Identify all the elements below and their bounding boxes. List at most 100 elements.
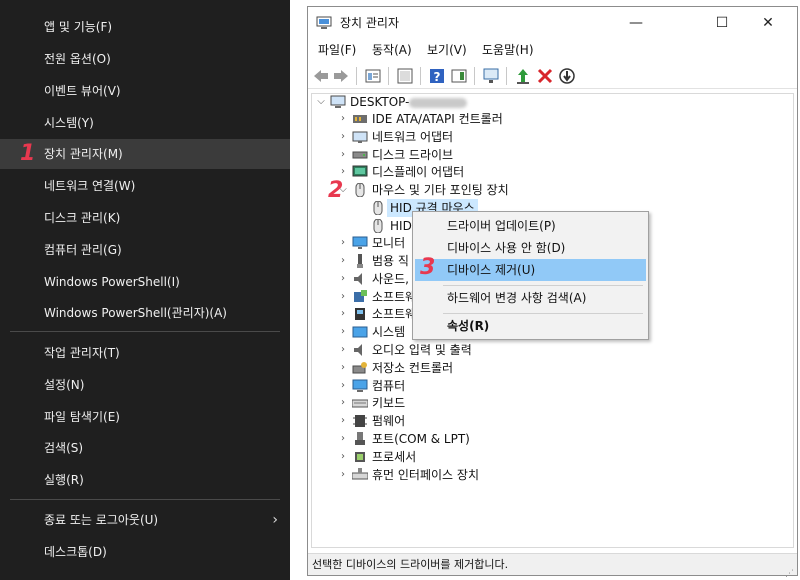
menu-item-label: 디스크 관리(K) (44, 211, 121, 225)
menu-file[interactable]: 파일(F) (318, 39, 356, 61)
menu-item-shutdown-signout[interactable]: 종료 또는 로그아웃(U) › (0, 505, 290, 535)
menu-item-label: 종료 또는 로그아웃(U) (44, 513, 159, 527)
menu-item-powershell-admin[interactable]: Windows PowerShell(관리자)(A) (0, 298, 290, 328)
disable-device-icon[interactable] (558, 67, 576, 85)
menu-item-computer-management[interactable]: 컴퓨터 관리(G) (0, 235, 290, 265)
expand-chevron-icon[interactable]: › (336, 128, 350, 146)
update-driver-icon[interactable] (514, 67, 532, 85)
menu-item-event-viewer[interactable]: 이벤트 뷰어(V) (0, 76, 290, 106)
collapse-chevron-icon[interactable]: ⌵ (314, 93, 328, 111)
menu-item-task-manager[interactable]: 작업 관리자(T) (0, 338, 290, 368)
uninstall-device-icon[interactable] (536, 67, 554, 85)
menu-item-power-options[interactable]: 전원 옵션(O) (0, 44, 290, 74)
expand-chevron-icon[interactable]: › (336, 252, 350, 270)
ctx-uninstall-device[interactable]: 디바이스 제거(U) (415, 259, 646, 281)
ctx-properties[interactable]: 속성(R) (415, 315, 646, 337)
context-menu: 드라이버 업데이트(P) 디바이스 사용 안 함(D) 디바이스 제거(U) 하… (412, 211, 649, 340)
tree-category-label: 소프트웨 (372, 307, 417, 321)
ctx-update-driver[interactable]: 드라이버 업데이트(P) (415, 215, 646, 237)
expand-chevron-icon[interactable]: › (336, 341, 350, 359)
menu-item-label: 앱 및 기능(F) (44, 20, 113, 34)
ctx-separator (443, 313, 643, 314)
expand-chevron-icon[interactable]: › (336, 146, 350, 164)
status-bar: 선택한 디바이스의 드라이버를 제거합니다. ⋰ (308, 553, 797, 579)
tree-root-label: DESKTOP- (350, 95, 410, 109)
speaker-icon (354, 273, 362, 285)
close-button[interactable]: ✕ (745, 7, 791, 39)
expand-chevron-icon[interactable]: › (336, 412, 350, 430)
menu-item-file-explorer[interactable]: 파일 탐색기(E) (0, 402, 290, 432)
ctx-item-label: 하드웨어 변경 사항 검색(A) (447, 291, 587, 305)
scan-hardware-icon[interactable] (482, 67, 500, 85)
expand-chevron-icon[interactable]: › (336, 377, 350, 395)
menu-item-apps-features[interactable]: 앱 및 기능(F) (0, 12, 290, 42)
tree-category-label: 디스크 드라이브 (372, 148, 454, 162)
system-device-icon (352, 326, 368, 338)
toolbar-separator (388, 67, 389, 85)
menu-action[interactable]: 동작(A) (372, 39, 412, 61)
expand-chevron-icon[interactable]: › (336, 430, 350, 448)
ctx-scan-hardware[interactable]: 하드웨어 변경 사항 검색(A) (415, 287, 646, 309)
menu-item-label: 검색(S) (44, 441, 84, 455)
action-pane-icon[interactable] (450, 67, 468, 85)
ctx-item-label: 속성(R) (447, 319, 490, 333)
ide-controller-icon (353, 115, 367, 123)
window-title: 장치 관리자 (340, 16, 400, 30)
computer-icon (352, 379, 368, 392)
menu-item-powershell[interactable]: Windows PowerShell(I) (0, 267, 290, 297)
step-badge-3: 3 (420, 255, 436, 280)
expand-chevron-icon[interactable]: › (336, 466, 350, 484)
expand-chevron-icon[interactable]: › (336, 234, 350, 252)
chevron-right-icon: › (272, 512, 278, 528)
display-adapter-icon (352, 165, 368, 177)
menu-item-label: 파일 탐색기(E) (44, 410, 120, 424)
ctx-disable-device[interactable]: 디바이스 사용 안 함(D) (415, 237, 646, 259)
storage-controller-icon (352, 362, 367, 374)
expand-chevron-icon[interactable]: › (336, 305, 350, 323)
expand-chevron-icon[interactable]: › (336, 270, 350, 288)
menu-item-run[interactable]: 실행(R) (0, 465, 290, 495)
menu-item-desktop[interactable]: 데스크톱(D) (0, 537, 290, 567)
menu-item-disk-management[interactable]: 디스크 관리(K) (0, 203, 290, 233)
device-manager-icon (316, 16, 332, 29)
back-icon[interactable] (312, 67, 330, 85)
properties-icon[interactable] (364, 67, 382, 85)
forward-icon[interactable] (332, 67, 350, 85)
maximize-button[interactable]: ☐ (699, 7, 745, 39)
tree-category-label: 소프트웨 (372, 290, 417, 304)
expand-chevron-icon[interactable]: › (336, 323, 350, 341)
menu-item-device-manager[interactable]: 장치 관리자(M) (0, 139, 290, 169)
menu-item-network-connections[interactable]: 네트워크 연결(W) (0, 171, 290, 201)
maximize-icon: ☐ (715, 15, 729, 31)
menu-item-system[interactable]: 시스템(Y) (0, 108, 290, 138)
tree-category-label: 모니터 (372, 236, 406, 250)
expand-chevron-icon[interactable]: › (336, 448, 350, 466)
menu-item-search[interactable]: 검색(S) (0, 433, 290, 463)
help-icon[interactable]: ? (428, 67, 446, 85)
tree-category-label: 포트(COM & LPT) (372, 432, 470, 446)
tree-category-label: 마우스 및 기타 포인팅 장치 (372, 183, 509, 197)
resize-grip-icon[interactable]: ⋰ (785, 563, 795, 579)
menu-item-label: 실행(R) (44, 473, 84, 487)
expand-chevron-icon[interactable]: › (336, 110, 350, 128)
menu-item-settings[interactable]: 설정(N) (0, 370, 290, 400)
tree-category-label: 사운드, (372, 272, 409, 286)
menu-item-label: Windows PowerShell(I) (44, 275, 180, 289)
menu-help[interactable]: 도움말(H) (482, 39, 534, 61)
expand-chevron-icon[interactable]: › (336, 359, 350, 377)
port-icon (355, 432, 365, 445)
menu-view[interactable]: 보기(V) (427, 39, 467, 61)
tree-category-label: 시스템 (372, 325, 406, 339)
mouse-icon (355, 183, 365, 197)
expand-chevron-icon[interactable]: › (336, 394, 350, 412)
tree-category-label: 컴퓨터 (372, 379, 406, 393)
minimize-button[interactable]: — (613, 7, 659, 39)
toolbar-separator (356, 67, 357, 85)
menu-item-label: 설정(N) (44, 378, 85, 392)
menu-item-label: 컴퓨터 관리(G) (44, 243, 122, 257)
keyboard-icon (352, 399, 368, 408)
menu-item-label: 전원 옵션(O) (44, 52, 111, 66)
winx-menu: 앱 및 기능(F) 전원 옵션(O) 이벤트 뷰어(V) 시스템(Y) 장치 관… (0, 0, 290, 580)
expand-chevron-icon[interactable]: › (336, 288, 350, 306)
show-hide-tree-icon[interactable] (396, 67, 414, 85)
